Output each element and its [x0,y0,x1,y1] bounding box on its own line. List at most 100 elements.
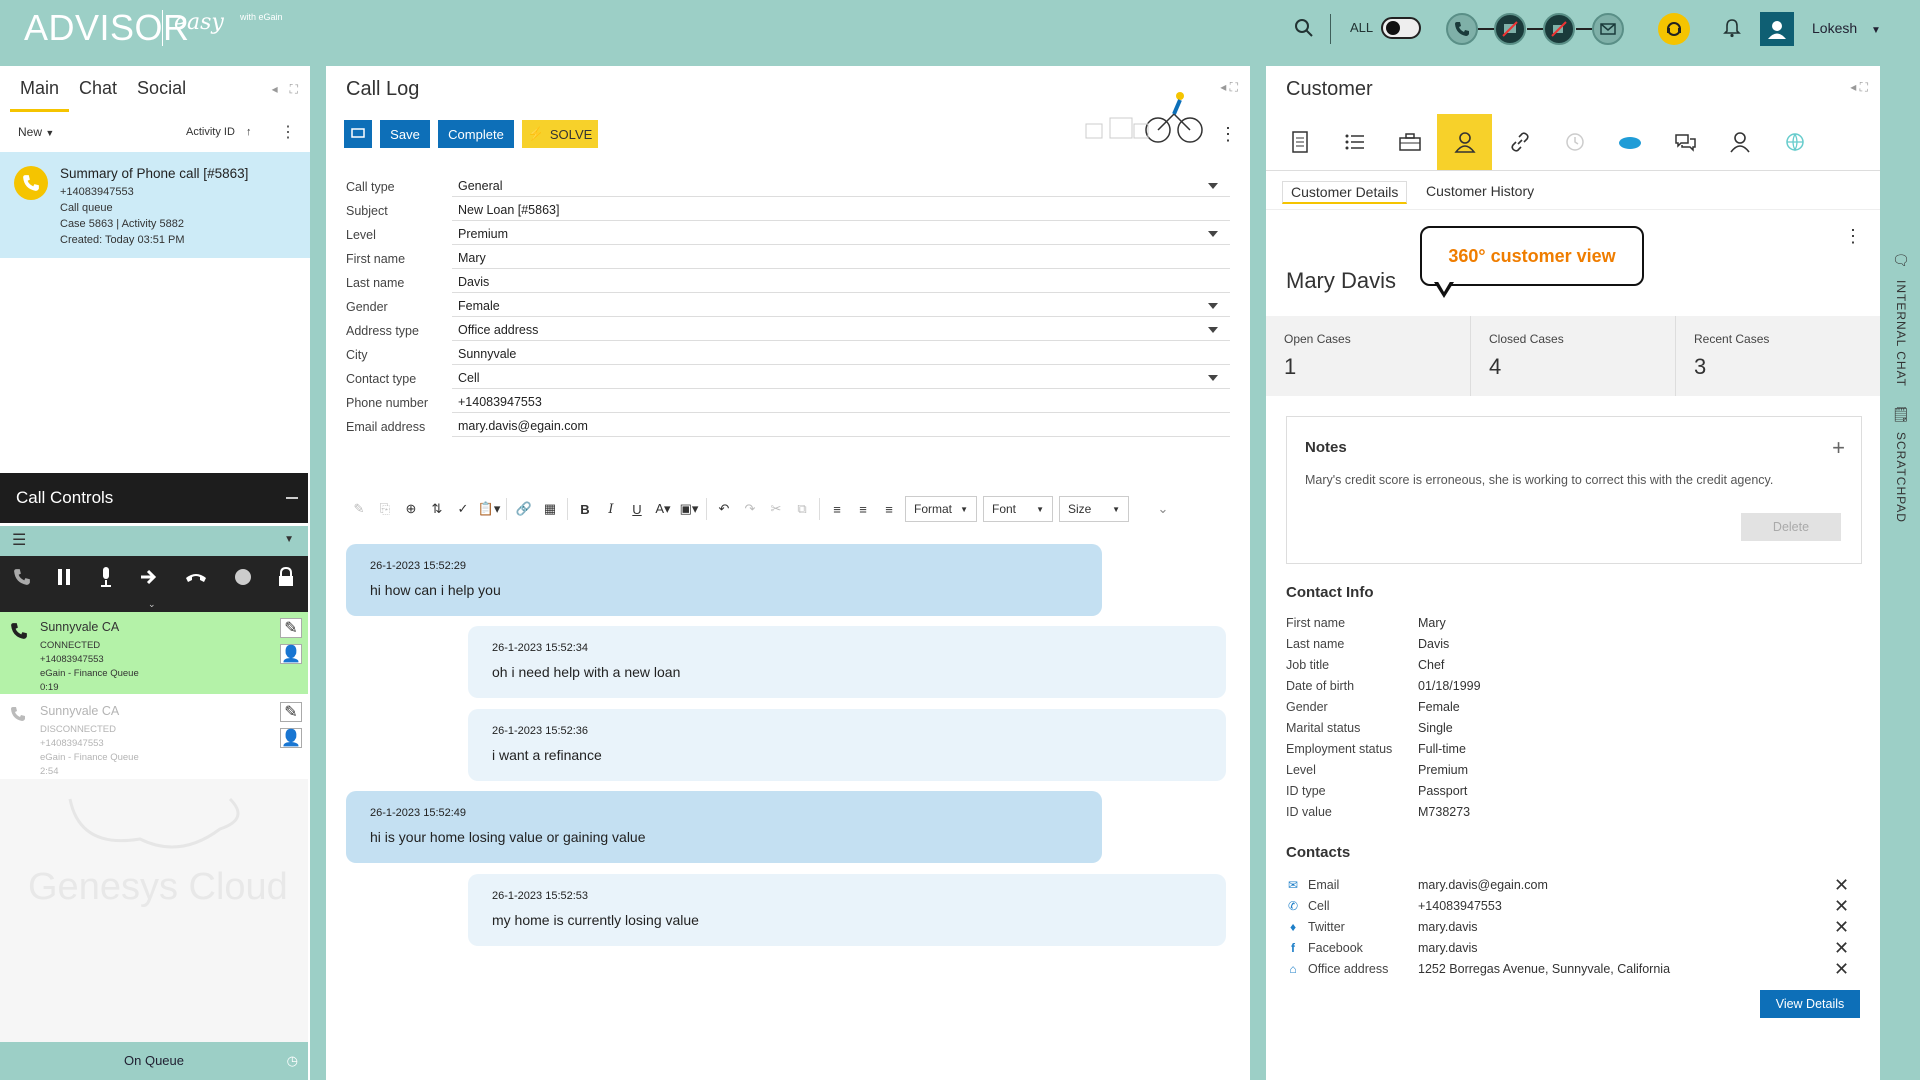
table-icon[interactable]: ▦ [537,496,563,522]
all-toggle[interactable] [1381,17,1421,39]
address-type-select[interactable]: Office address [452,319,1230,341]
undo-icon[interactable]: ↶ [711,496,737,522]
remove-contact-icon[interactable]: ✕ [1834,917,1849,938]
open-cases-stat[interactable]: Open Cases 1 [1266,316,1471,396]
align-center-icon[interactable]: ≡ [850,496,876,522]
tab-chat[interactable]: Chat [69,66,127,112]
video-disabled-icon[interactable] [1543,13,1575,45]
briefcase-icon[interactable] [1382,114,1437,170]
cut-icon[interactable]: ✂ [763,496,789,522]
record-icon[interactable] [234,568,252,591]
expand-icon[interactable]: ⛶ [1860,80,1868,94]
scratchpad-tab[interactable]: SCRATCHPAD [1894,432,1908,523]
phone-icon[interactable] [13,568,31,591]
chevron-down-icon[interactable]: ▼ [284,534,294,545]
filter-dropdown[interactable]: New ▼ [18,125,54,139]
bell-icon[interactable] [1720,16,1744,40]
expand-icon[interactable]: ⛶ [290,82,298,97]
subject-field[interactable]: New Loan [#5863] [452,199,1230,221]
tab-social[interactable]: Social [127,66,196,112]
tab-main[interactable]: Main [10,66,70,112]
transfer-icon[interactable] [139,568,159,591]
recent-cases-stat[interactable]: Recent Cases 3 [1676,316,1880,396]
italic-icon[interactable]: I [598,496,624,522]
list-icon[interactable] [1327,114,1382,170]
last-name-field[interactable]: Davis [452,271,1230,293]
remove-contact-icon[interactable]: ✕ [1834,938,1849,959]
person-icon[interactable]: 👤 [280,728,302,748]
view-details-button[interactable]: View Details [1760,990,1860,1018]
link-icon[interactable] [1492,114,1547,170]
user-avatar[interactable] [1760,12,1794,46]
merge-icon[interactable]: ⇅ [424,496,450,522]
paste-icon[interactable]: 📋▾ [476,496,502,522]
more-options-icon[interactable]: ⋮ [1844,226,1862,247]
tab-customer-history[interactable]: Customer History [1418,181,1542,201]
globe-icon[interactable] [1767,114,1822,170]
customer-profile-icon[interactable] [1437,114,1492,170]
align-right-icon[interactable]: ≡ [876,496,902,522]
collapse-icon[interactable]: ◂ [1220,80,1226,94]
salesforce-icon[interactable] [1602,114,1657,170]
remove-contact-icon[interactable]: ✕ [1834,959,1849,980]
add-note-icon[interactable]: + [1832,435,1845,461]
chat-disabled-icon[interactable] [1494,13,1526,45]
hold-icon[interactable] [56,568,72,591]
background-color-icon[interactable]: ▣▾ [676,496,702,522]
redo-icon[interactable]: ↷ [737,496,763,522]
internal-chat-tab[interactable]: INTERNAL CHAT [1894,280,1908,387]
first-name-field[interactable]: Mary [452,247,1230,269]
note-icon[interactable]: 🗒 [1892,406,1910,423]
level-select[interactable]: Premium [452,223,1230,245]
hamburger-icon[interactable]: ☰ [12,530,26,550]
save-button[interactable]: Save [380,120,430,148]
email-channel-icon[interactable] [1592,13,1624,45]
complete-button[interactable]: Complete [438,120,514,148]
user-menu[interactable]: Lokesh ▼ [1812,20,1881,36]
phone-number-field[interactable]: +14083947553 [452,391,1230,413]
document-icon[interactable] [1272,114,1327,170]
align-left-icon[interactable]: ≡ [824,496,850,522]
history-icon[interactable] [1547,114,1602,170]
user-icon[interactable] [1712,114,1767,170]
collapse-icon[interactable]: ◂ [272,82,278,97]
collapse-toolbar-icon[interactable]: ⌄ [1150,496,1176,522]
delete-note-button[interactable]: Delete [1741,513,1841,541]
mute-icon[interactable] [98,566,114,593]
gender-select[interactable]: Female [452,295,1230,317]
call-toolbar-expander[interactable]: ⌄ [0,599,308,612]
contact-type-select[interactable]: Cell [452,367,1230,389]
call-type-select[interactable]: General [452,175,1230,197]
city-field[interactable]: Sunnyvale [452,343,1230,365]
insert-snippet-icon[interactable]: ⊕ [398,496,424,522]
text-color-icon[interactable]: A▾ [650,496,676,522]
email-address-field[interactable]: mary.davis@egain.com [452,415,1230,437]
more-options-icon[interactable]: ⋮ [280,122,296,142]
copy-icon[interactable]: ⧉ [789,496,815,522]
minimize-icon[interactable] [286,497,298,499]
phone-channel-icon[interactable] [1446,13,1478,45]
pencil-icon[interactable]: ✎ [280,702,302,722]
person-icon[interactable]: 👤 [280,644,302,664]
chat-button[interactable] [344,120,372,148]
remove-contact-icon[interactable]: ✕ [1834,875,1849,896]
remove-contact-icon[interactable]: ✕ [1834,896,1849,917]
activity-list-item[interactable]: Summary of Phone call [#5863] +140839475… [0,152,310,258]
underline-icon[interactable]: U [624,496,650,522]
link-icon[interactable]: 🔗 [511,496,537,522]
expand-icon[interactable]: ⛶ [1230,80,1238,94]
on-queue-status[interactable]: On Queue ◷ [0,1042,308,1080]
closed-cases-stat[interactable]: Closed Cases 4 [1471,316,1676,396]
bold-icon[interactable]: B [572,496,598,522]
sort-dropdown[interactable]: Activity ID ↑ [186,126,251,138]
call-entry-disconnected[interactable]: Sunnyvale CA DISCONNECTED +14083947553 e… [0,696,308,778]
size-dropdown[interactable]: Size ▼ [1059,496,1129,522]
hangup-icon[interactable] [184,570,208,589]
call-entry-connected[interactable]: Sunnyvale CA CONNECTED +14083947553 eGai… [0,612,308,694]
pencil-icon[interactable]: ✎ [280,618,302,638]
chat-bubble-icon[interactable]: 🗨 [1892,252,1910,269]
search-icon[interactable] [1292,16,1316,40]
font-dropdown[interactable]: Font ▼ [983,496,1053,522]
format-dropdown[interactable]: Format ▼ [905,496,977,522]
clear-format-icon[interactable]: ✎ [346,496,372,522]
